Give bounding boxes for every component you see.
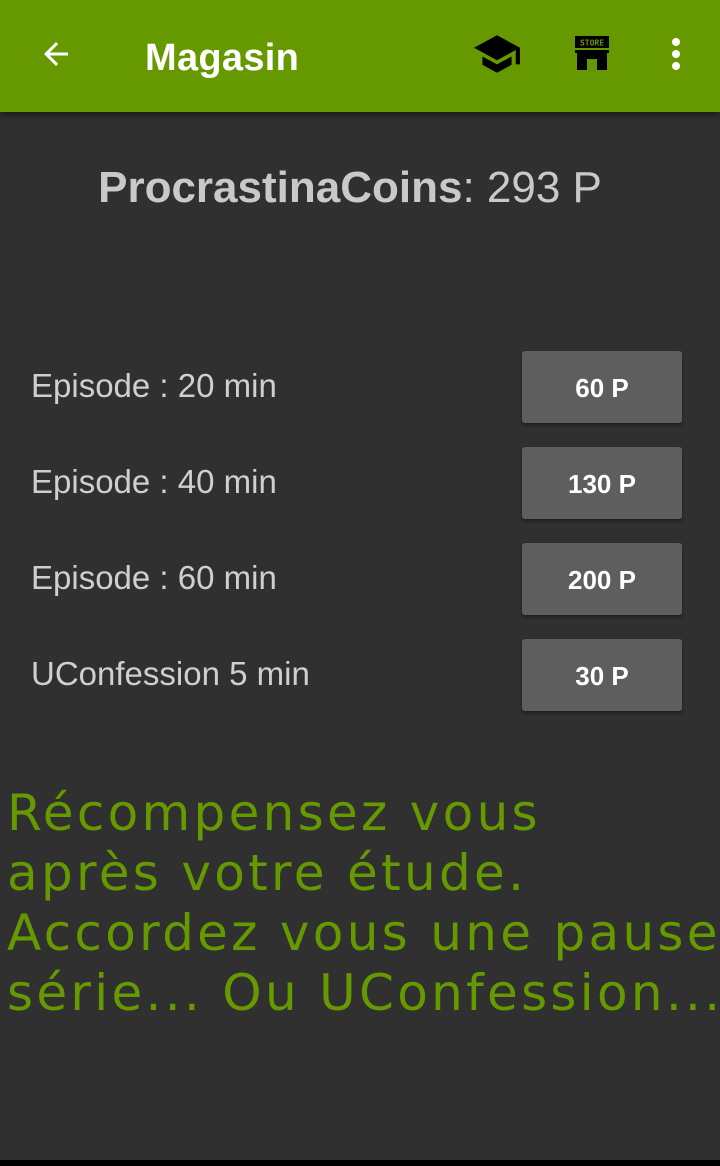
coin-balance: ProcrastinaCoins: 293 P — [0, 158, 700, 218]
promo-line: Accordez vous une pause — [7, 904, 720, 962]
promo-text: Récompensez vous après votre étude. Acco… — [7, 783, 720, 1023]
promo-line: série... Ou UConfession... — [7, 964, 720, 1022]
shop-item: Episode : 60 min 200 P — [0, 543, 720, 615]
back-button[interactable] — [28, 30, 84, 82]
shop-item: Episode : 20 min 60 P — [0, 351, 720, 423]
buy-button[interactable]: 30 P — [522, 639, 682, 711]
coin-balance-label: ProcrastinaCoins — [98, 163, 463, 212]
buy-button[interactable]: 200 P — [522, 543, 682, 615]
graduation-cap-icon — [472, 29, 522, 84]
shop-item: Episode : 40 min 130 P — [0, 447, 720, 519]
shop-item-name: UConfession 5 min — [31, 655, 310, 692]
more-vert-icon — [670, 36, 682, 77]
shop-item: UConfession 5 min 30 P — [0, 639, 720, 711]
app-bar: Magasin STORE — [0, 0, 720, 112]
arrow-left-icon — [38, 36, 74, 77]
shop-item-name: Episode : 40 min — [31, 463, 277, 500]
buy-button[interactable]: 130 P — [522, 447, 682, 519]
bottom-edge — [0, 1160, 720, 1166]
store-icon: STORE — [572, 35, 612, 78]
coin-balance-separator: : — [462, 163, 475, 212]
store-badge-text: STORE — [580, 38, 604, 47]
store-button[interactable]: STORE — [564, 30, 620, 82]
study-button[interactable] — [469, 30, 525, 82]
buy-button[interactable]: 60 P — [522, 351, 682, 423]
promo-line: Récompensez vous — [7, 784, 541, 842]
promo-line: après votre étude. — [7, 844, 528, 902]
overflow-menu-button[interactable] — [648, 30, 704, 82]
coin-balance-value: 293 P — [486, 163, 602, 212]
shop-item-name: Episode : 20 min — [31, 367, 277, 404]
shop-item-name: Episode : 60 min — [31, 559, 277, 596]
page-title: Magasin — [145, 37, 300, 79]
